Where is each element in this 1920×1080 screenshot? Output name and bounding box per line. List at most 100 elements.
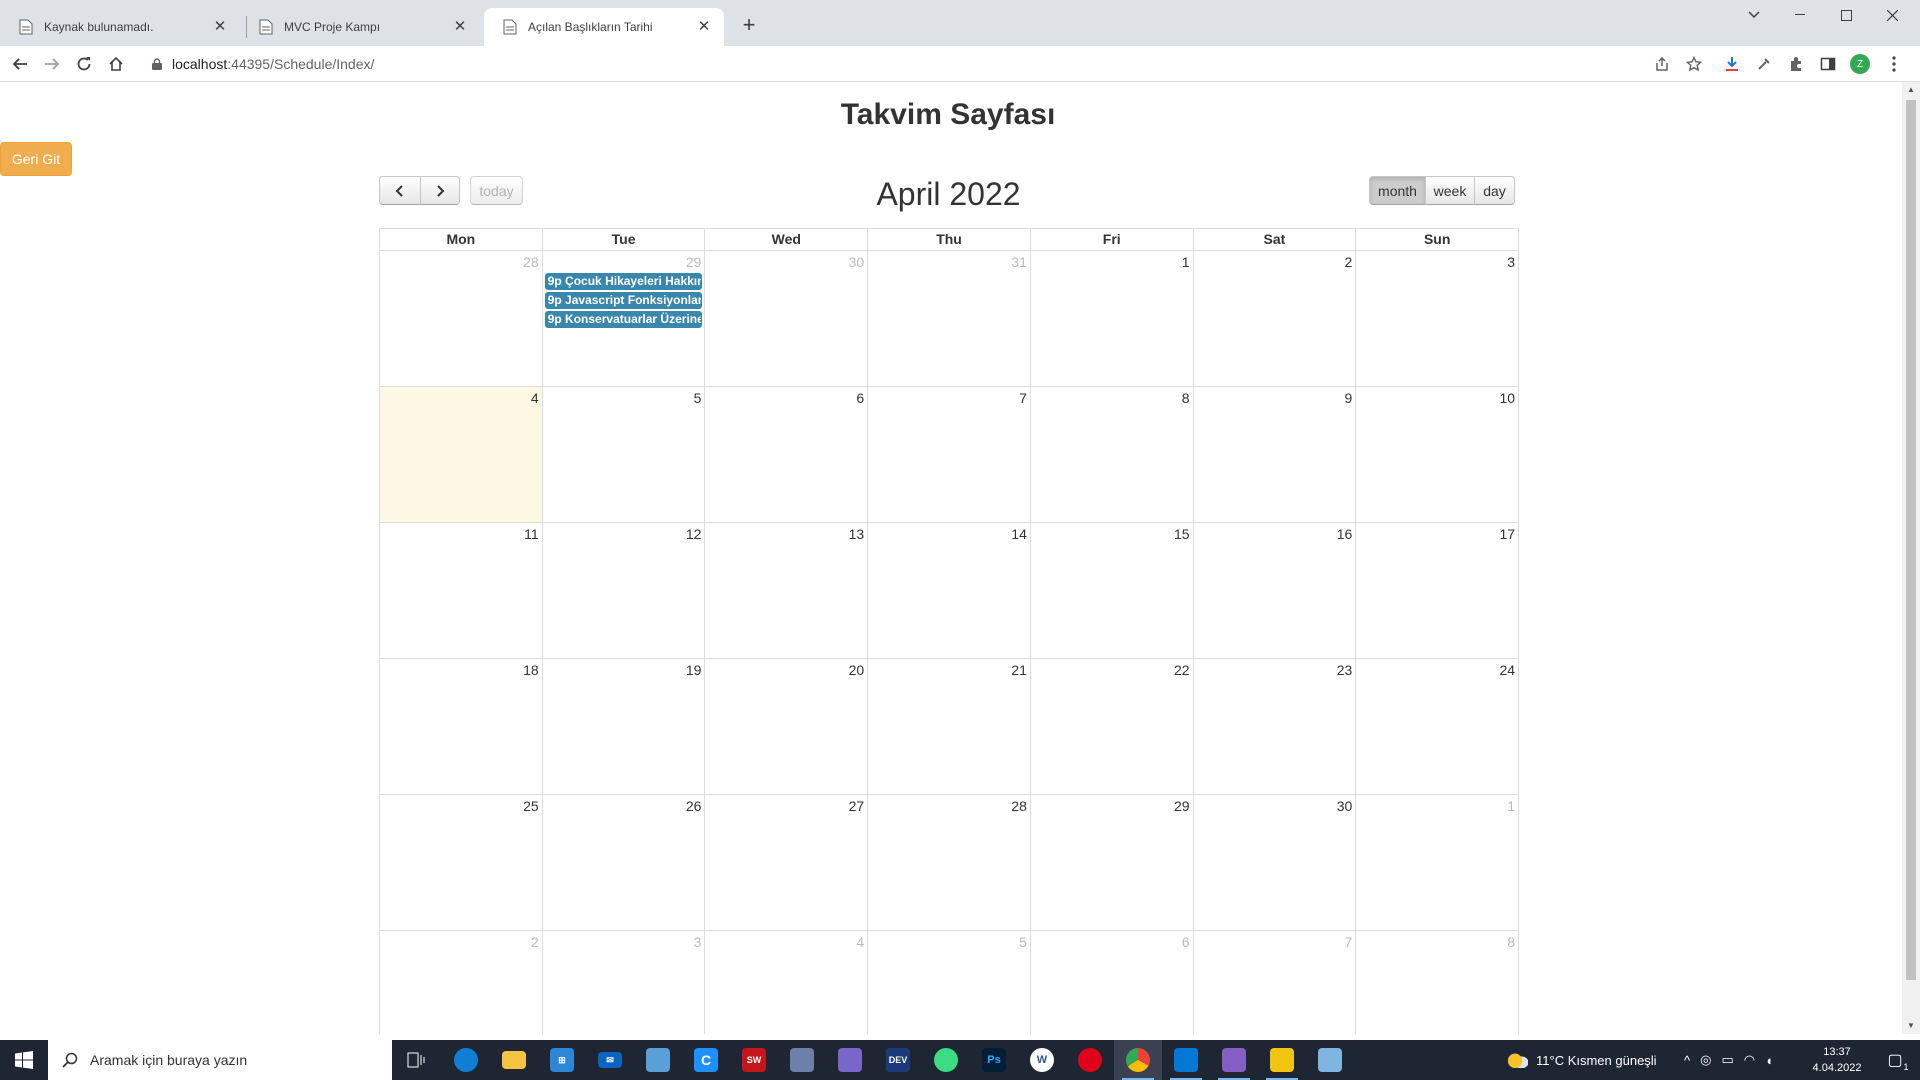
calendar-day-cell[interactable]: 29 (1031, 795, 1194, 930)
notepad-icon[interactable] (1306, 1040, 1354, 1080)
tools-app-icon[interactable] (778, 1040, 826, 1080)
android-studio-icon[interactable] (922, 1040, 970, 1080)
vscode-icon[interactable] (1162, 1040, 1210, 1080)
sql-server-icon[interactable]: SW (730, 1040, 778, 1080)
calendar-day-cell[interactable]: 22 (1031, 659, 1194, 794)
file-explorer-icon[interactable] (490, 1040, 538, 1080)
calendar-day-cell[interactable]: 8 (1356, 931, 1518, 1034)
shield-app-icon[interactable] (826, 1040, 874, 1080)
calendar-day-cell[interactable]: 4 (705, 931, 869, 1034)
reload-icon[interactable] (70, 50, 98, 78)
minimize-button[interactable] (1777, 0, 1823, 30)
chevron-up-icon[interactable]: ^ (1684, 1053, 1690, 1068)
share-icon[interactable] (1648, 50, 1676, 78)
calendar-day-cell[interactable]: 10 (1356, 387, 1518, 522)
calendar-day-cell[interactable]: 18 (380, 659, 543, 794)
calendar-day-cell[interactable]: 30 (705, 251, 869, 386)
download-icon[interactable] (1718, 50, 1746, 78)
calendar-day-cell-today[interactable]: 4 (380, 387, 543, 522)
scroll-up-arrow-icon[interactable]: ▲ (1902, 82, 1920, 98)
calendar-day-cell[interactable]: 2 (380, 931, 543, 1034)
maximize-button[interactable] (1823, 0, 1869, 30)
calendar-day-cell[interactable]: 11 (380, 523, 543, 658)
visual-studio-icon[interactable] (1210, 1040, 1258, 1080)
calendar-day-cell[interactable]: 30 (1194, 795, 1357, 930)
calendar-day-cell[interactable]: 7 (1194, 931, 1357, 1034)
calendar-day-cell[interactable]: 12 (543, 523, 706, 658)
calendar-day-cell[interactable]: 19 (543, 659, 706, 794)
calendar-day-cell[interactable]: 2 (1194, 251, 1357, 386)
close-icon[interactable]: ✕ (452, 19, 468, 35)
side-panel-icon[interactable] (1814, 50, 1842, 78)
calendar-day-cell[interactable]: 16 (1194, 523, 1357, 658)
view-day-button[interactable]: day (1474, 176, 1515, 205)
calendar-day-cell[interactable]: 6 (705, 387, 869, 522)
store-icon[interactable]: ⊞ (538, 1040, 586, 1080)
calendar-day-cell[interactable]: 15 (1031, 523, 1194, 658)
calendar-day-cell[interactable]: 13 (705, 523, 869, 658)
windows-start-icon[interactable] (0, 1040, 48, 1080)
page-scrollbar[interactable]: ▲ ▼ (1902, 82, 1920, 1034)
opera-icon[interactable] (1066, 1040, 1114, 1080)
calendar-day-cell[interactable]: 8 (1031, 387, 1194, 522)
view-month-button[interactable]: month (1369, 176, 1426, 205)
close-icon[interactable]: ✕ (696, 19, 712, 35)
volume-icon[interactable]: ◖ (1765, 1053, 1773, 1068)
eyedropper-icon[interactable] (1750, 50, 1778, 78)
new-tab-button[interactable]: + (737, 14, 761, 38)
scroll-down-arrow-icon[interactable]: ▼ (1902, 1018, 1920, 1034)
calendar-event[interactable]: 9p Konservatuarlar Üzerine (544, 311, 703, 328)
dev-app-icon[interactable]: DEV (874, 1040, 922, 1080)
calendar-event[interactable]: 9p Javascript Fonksiyonları (544, 292, 703, 309)
calendar-day-cell[interactable]: 5 (868, 931, 1031, 1034)
chrome-icon[interactable] (1114, 1040, 1162, 1080)
home-icon[interactable] (102, 50, 130, 78)
back-button[interactable]: Geri Git (0, 142, 72, 176)
calendar-event[interactable]: 9p Çocuk Hikayeleri Hakkında (544, 273, 703, 290)
battery-icon[interactable]: ▭ (1721, 1052, 1733, 1068)
tab-search-icon[interactable] (1731, 0, 1777, 30)
calendar-day-cell[interactable]: 26 (543, 795, 706, 930)
browser-tab-active[interactable]: Açılan Başlıkların Tarihi ✕ (484, 8, 724, 46)
kebab-menu-icon[interactable] (1880, 50, 1908, 78)
extensions-puzzle-icon[interactable] (1782, 50, 1810, 78)
photoshop-icon[interactable]: Ps (970, 1040, 1018, 1080)
calendar-day-cell[interactable]: 28 (380, 251, 543, 386)
lock-icon[interactable] (152, 58, 162, 70)
wifi-icon[interactable]: ◠ (1744, 1052, 1755, 1068)
calendar-day-cell[interactable]: 5 (543, 387, 706, 522)
profile-avatar[interactable]: Z (1846, 50, 1874, 78)
calendar-day-cell[interactable]: 31 (868, 251, 1031, 386)
edge-browser-icon[interactable] (442, 1040, 490, 1080)
browser-tab[interactable]: Kaynak bulunamadı. ✕ (0, 8, 240, 46)
bookmark-star-icon[interactable] (1680, 50, 1708, 78)
network-app-icon[interactable] (634, 1040, 682, 1080)
calendar-day-cell[interactable]: 27 (705, 795, 869, 930)
calendar-day-cell[interactable]: 7 (868, 387, 1031, 522)
calendar-day-cell[interactable]: 1 (1356, 795, 1518, 930)
close-icon[interactable]: ✕ (212, 19, 228, 35)
calendar-day-cell[interactable]: 28 (868, 795, 1031, 930)
calendar-day-cell[interactable]: 23 (1194, 659, 1357, 794)
calendar-day-cell[interactable]: 24 (1356, 659, 1518, 794)
calendar-day-cell[interactable]: 9 (1194, 387, 1357, 522)
calendar-day-cell[interactable]: 25 (380, 795, 543, 930)
calendar-day-cell[interactable]: 21 (868, 659, 1031, 794)
calendar-day-cell[interactable]: 20 (705, 659, 869, 794)
back-arrow-icon[interactable] (6, 50, 34, 78)
scrollbar-thumb[interactable] (1906, 100, 1916, 980)
mail-icon[interactable]: ✉ (586, 1040, 634, 1080)
task-view-icon[interactable] (392, 1040, 440, 1080)
calendar-day-cell[interactable]: 6 (1031, 931, 1194, 1034)
close-window-button[interactable] (1869, 0, 1915, 30)
taskbar-search-box[interactable]: Aramak için buraya yazın (48, 1040, 392, 1080)
calendar-day-cell[interactable]: 29 9p Çocuk Hikayeleri Hakkında 9p Javascr… (543, 251, 706, 386)
taskbar-clock[interactable]: 13:37 4.04.2022 (1804, 1044, 1870, 1076)
notification-center-icon[interactable]: ▢ 1 (1880, 1040, 1910, 1080)
word-app-icon[interactable]: W (1018, 1040, 1066, 1080)
calendar-day-cell[interactable]: 17 (1356, 523, 1518, 658)
meet-now-icon[interactable]: ◎ (1700, 1052, 1711, 1068)
cortana-c-icon[interactable]: C (682, 1040, 730, 1080)
calendar-day-cell[interactable]: 14 (868, 523, 1031, 658)
calendar-day-cell[interactable]: 3 (1356, 251, 1518, 386)
